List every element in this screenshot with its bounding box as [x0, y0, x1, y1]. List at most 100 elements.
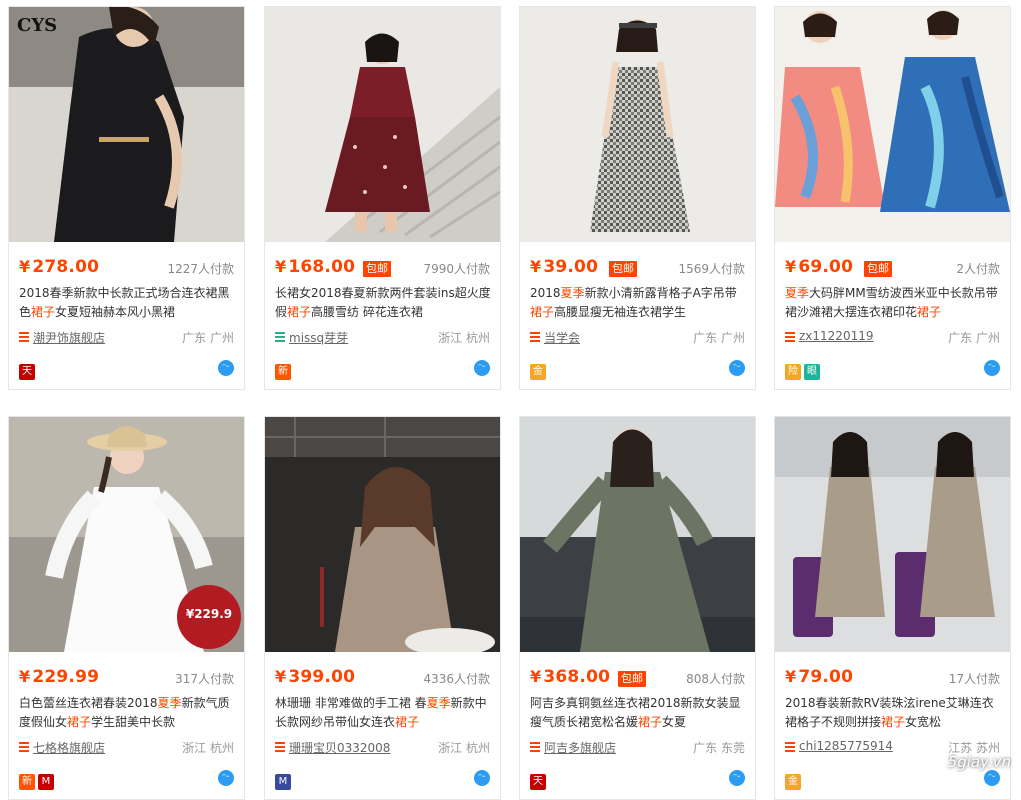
product-title[interactable]: 林珊珊 非常难做的手工裙 春夏季新款中长款网纱吊带仙女连衣裙子 — [275, 694, 491, 732]
title-text: 新款小清新露背格子A字吊带 — [584, 286, 737, 300]
shop-name[interactable]: chi1285775914 — [799, 739, 893, 753]
paid-count: 317人付款 — [175, 672, 234, 686]
seller-badge-icon[interactable]: 新 — [275, 364, 291, 380]
badge-row: 新M ᵔᵕ — [19, 769, 234, 790]
product-image[interactable]: ¥229.9 — [9, 417, 244, 652]
product-image[interactable] — [265, 417, 500, 652]
paid-count: 17人付款 — [948, 672, 1000, 686]
title-text: 女夏短袖赫本风小黑裙 — [55, 305, 176, 319]
badge-row: 天 ᵔᵕ — [19, 359, 234, 380]
wangwang-chat-icon[interactable]: ᵔᵕ — [729, 360, 745, 376]
location: 广东 广州 — [182, 331, 234, 345]
paid-count: 4336人付款 — [423, 672, 490, 686]
product-image[interactable] — [775, 417, 1010, 652]
title-keyword-highlight: 裙子 — [638, 715, 663, 729]
price: ¥69.00 — [785, 257, 854, 277]
location: 浙江 杭州 — [182, 741, 234, 755]
product-title[interactable]: 阿吉多真铜氨丝连衣裙2018新款女装显瘦气质长裙宽松名媛裙子女夏 — [530, 694, 746, 732]
price: ¥168.00 — [275, 257, 356, 277]
wangwang-chat-icon[interactable]: ᵔᵕ — [218, 770, 234, 786]
badge-row: 天 ᵔᵕ — [530, 769, 745, 790]
wangwang-chat-icon[interactable]: ᵔᵕ — [474, 360, 490, 376]
shop-name[interactable]: zx11220119 — [799, 329, 873, 343]
seller-badge-icon[interactable]: M — [38, 774, 54, 790]
paid-count: 2人付款 — [956, 262, 1000, 276]
price: ¥229.99 — [19, 667, 100, 687]
product-card[interactable]: ¥368.00 包邮 808人付款 阿吉多真铜氨丝连衣裙2018新款女装显瘦气质… — [519, 416, 756, 800]
title-keyword-highlight: 裙子 — [67, 715, 92, 729]
product-card[interactable]: CYS ¥278.00 1227人付款 2018春季新款中长款正式场合连衣裙黑色… — [8, 6, 245, 390]
brand-logo-text: CYS — [17, 15, 58, 36]
product-image[interactable]: CYS — [9, 7, 244, 242]
price: ¥39.00 — [530, 257, 599, 277]
seller-badge-icon[interactable]: 眼 — [804, 364, 820, 380]
title-text: 学生甜美中长款 — [91, 715, 176, 729]
shop-name[interactable]: 潮尹饰旗舰店 — [33, 329, 105, 346]
title-keyword-highlight: 夏季 — [560, 286, 585, 300]
shop-icon — [785, 742, 795, 753]
title-text: 高腰显瘦无袖连衣裙学生 — [554, 305, 687, 319]
shop-name[interactable]: 当学会 — [544, 329, 580, 346]
shop-name[interactable]: 珊珊宝贝0332008 — [289, 739, 390, 756]
title-keyword-highlight: 裙子 — [287, 305, 312, 319]
title-text: 林珊珊 非常难做的手工裙 春 — [275, 696, 427, 710]
product-card[interactable]: ¥79.00 17人付款 2018春装新款RV装珠泫irene艾琳连衣裙格子不规… — [774, 416, 1011, 800]
title-keyword-highlight: 夏季 — [426, 696, 451, 710]
wangwang-chat-icon[interactable]: ᵔᵕ — [218, 360, 234, 376]
price: ¥368.00 — [530, 667, 611, 687]
wangwang-chat-icon[interactable]: ᵔᵕ — [474, 770, 490, 786]
product-card[interactable]: ¥39.00 包邮 1569人付款 2018夏季新款小清新露背格子A字吊带裙子高… — [519, 6, 756, 390]
title-text: 女宽松 — [905, 715, 942, 729]
price: ¥278.00 — [19, 257, 100, 277]
paid-count: 808人付款 — [686, 672, 745, 686]
title-keyword-highlight: 裙子 — [881, 715, 906, 729]
title-keyword-highlight: 裙子 — [917, 305, 942, 319]
product-title[interactable]: 长裙女2018春夏新款两件套装ins超火度假裙子高腰雪纺 碎花连衣裙 — [275, 284, 491, 322]
shop-icon — [275, 742, 285, 753]
wangwang-chat-icon[interactable]: ᵔᵕ — [984, 360, 1000, 376]
shop-name[interactable]: 七格格旗舰店 — [33, 739, 105, 756]
product-image[interactable] — [775, 7, 1010, 242]
title-keyword-highlight: 裙子 — [530, 305, 555, 319]
product-card[interactable]: ¥399.00 4336人付款 林珊珊 非常难做的手工裙 春夏季新款中长款网纱吊… — [264, 416, 501, 800]
title-keyword-highlight: 裙子 — [395, 715, 420, 729]
location: 广东 东莞 — [693, 741, 745, 755]
product-image[interactable] — [520, 417, 755, 652]
title-text: 阿吉多真铜氨丝连衣裙2018新款女装显瘦气质长裙宽松名媛 — [530, 696, 741, 729]
paid-count: 1227人付款 — [167, 262, 234, 276]
product-card[interactable]: ¥69.00 包邮 2人付款 夏季大码胖MM雪纺波西米亚中长款吊带裙沙滩裙大摆连… — [774, 6, 1011, 390]
free-shipping-badge: 包邮 — [363, 261, 391, 277]
title-keyword-highlight: 夏季 — [157, 696, 182, 710]
shop-icon — [275, 332, 285, 343]
product-image[interactable] — [265, 7, 500, 242]
location: 浙江 杭州 — [438, 741, 490, 755]
seller-badge-icon[interactable]: 新 — [19, 774, 35, 790]
seller-badge-icon[interactable]: 险 — [785, 364, 801, 380]
seller-badge-icon[interactable]: 天 — [530, 774, 546, 790]
title-keyword-highlight: 裙子 — [31, 305, 56, 319]
product-card[interactable]: ¥168.00 包邮 7990人付款 长裙女2018春夏新款两件套装ins超火度… — [264, 6, 501, 390]
shop-icon — [19, 332, 29, 343]
location: 浙江 杭州 — [438, 331, 490, 345]
product-card[interactable]: ¥229.9 ¥229.99 317人付款 白色蕾丝连衣裙春装2018夏季新款气… — [8, 416, 245, 800]
seller-badge-icon[interactable]: 金 — [785, 774, 801, 790]
product-title[interactable]: 2018夏季新款小清新露背格子A字吊带裙子高腰显瘦无袖连衣裙学生 — [530, 284, 746, 322]
seller-badge-icon[interactable]: 天 — [19, 364, 35, 380]
wangwang-chat-icon[interactable]: ᵔᵕ — [984, 770, 1000, 786]
product-title[interactable]: 夏季大码胖MM雪纺波西米亚中长款吊带裙沙滩裙大摆连衣裙印花裙子 — [785, 284, 1001, 322]
badge-row: 金 ᵔᵕ — [785, 769, 1000, 790]
product-title[interactable]: 白色蕾丝连衣裙春装2018夏季新款气质度假仙女裙子学生甜美中长款 — [19, 694, 235, 732]
shop-name[interactable]: missq芽芽 — [289, 329, 348, 346]
product-title[interactable]: 2018春季新款中长款正式场合连衣裙黑色裙子女夏短袖赫本风小黑裙 — [19, 284, 235, 322]
product-title[interactable]: 2018春装新款RV装珠泫irene艾琳连衣裙格子不规则拼接裙子女宽松 — [785, 694, 1001, 732]
wangwang-chat-icon[interactable]: ᵔᵕ — [729, 770, 745, 786]
price: ¥399.00 — [275, 667, 356, 687]
seller-badge-icon[interactable]: M — [275, 774, 291, 790]
seller-badge-icon[interactable]: 金 — [530, 364, 546, 380]
shop-icon — [19, 742, 29, 753]
shop-name[interactable]: 阿吉多旗舰店 — [544, 739, 616, 756]
product-image[interactable] — [520, 7, 755, 242]
badge-row: M ᵔᵕ — [275, 769, 490, 790]
title-text: 女夏 — [662, 715, 687, 729]
site-watermark: 5giay.vn — [947, 753, 1011, 771]
